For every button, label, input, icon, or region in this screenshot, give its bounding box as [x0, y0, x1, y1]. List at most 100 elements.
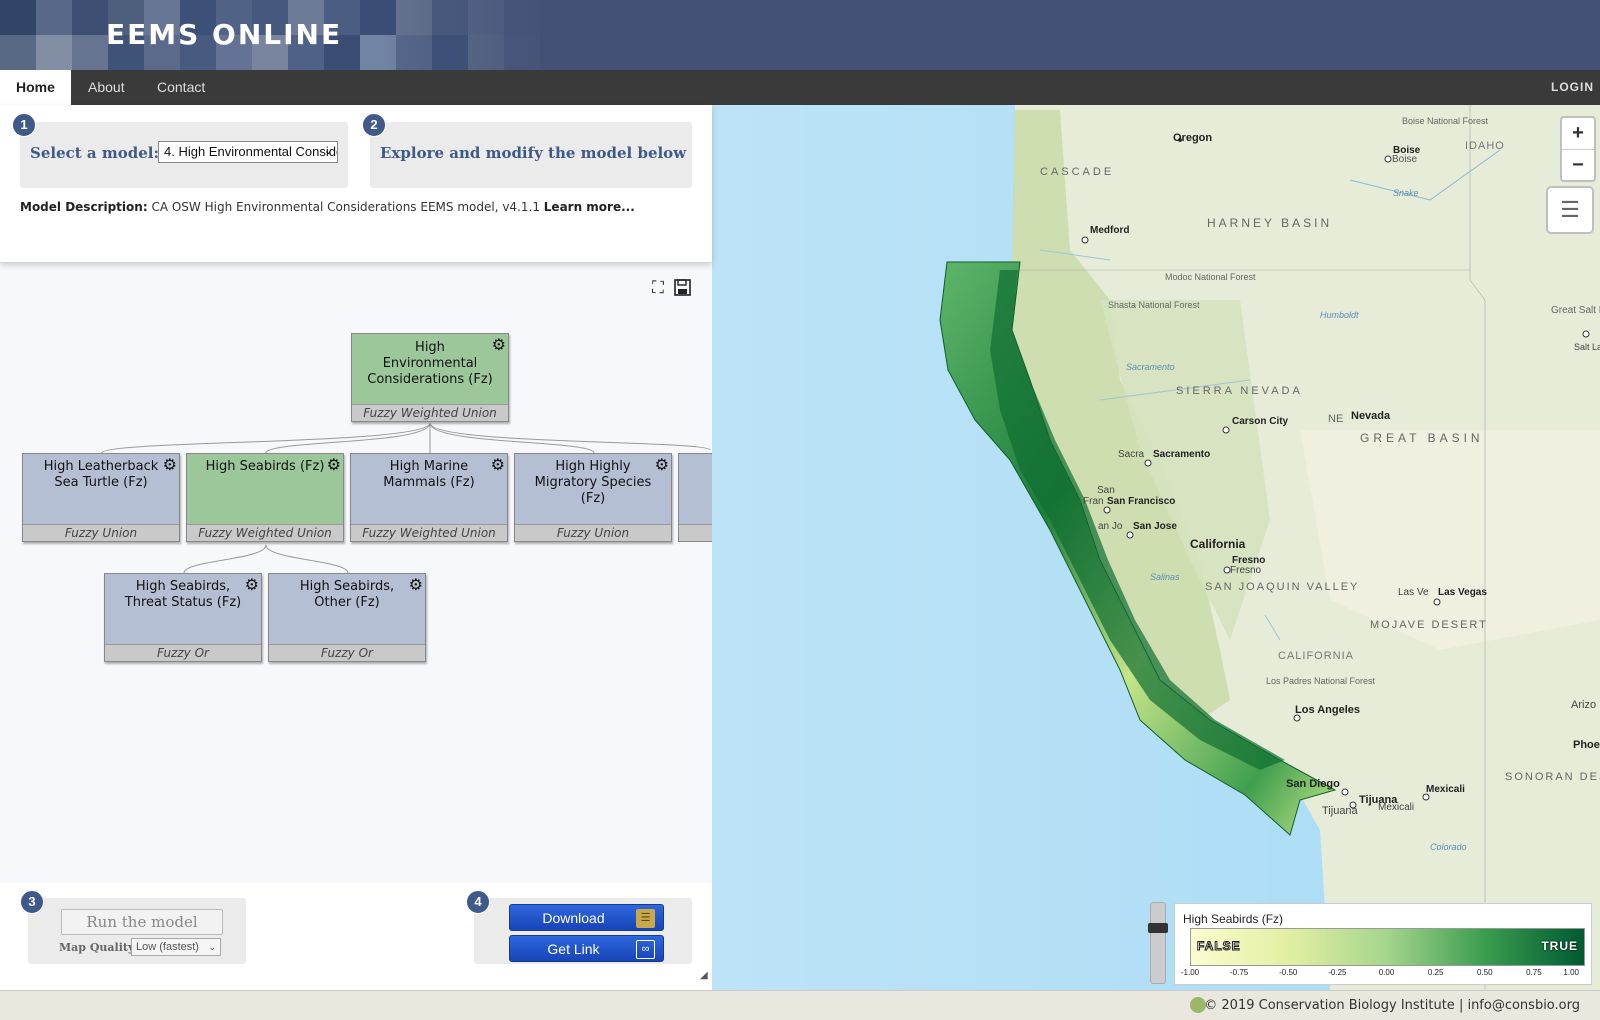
map-view[interactable]: Oregon Boise Boise Boise National Forest… — [712, 105, 1600, 990]
legend-tick: 0.25 — [1427, 968, 1444, 977]
legend-tick: 0.00 — [1378, 968, 1395, 977]
map-label: Shasta National Forest — [1108, 300, 1200, 310]
node-operator: Fuzzy Or — [269, 644, 425, 661]
node-label: High Seabirds, Threat Status (Fz) — [124, 579, 242, 610]
legend-tick: -0.50 — [1279, 968, 1298, 977]
map-label: Colorado — [1430, 842, 1467, 852]
map-label: Humboldt — [1320, 310, 1359, 320]
gear-icon[interactable]: ⚙ — [163, 455, 177, 475]
node-operator: Fuzzy Weighted Union — [352, 404, 508, 421]
legend-tick: 1.00 — [1563, 968, 1579, 977]
run-model-button[interactable]: Run the model — [61, 909, 223, 935]
legend-tick: 0.75 — [1526, 968, 1542, 977]
map-quality-value: Low (fastest) — [136, 941, 199, 953]
map-label: Boise National Forest — [1402, 116, 1489, 126]
folder-icon: ☰ — [636, 909, 655, 928]
legend-tick: 0.50 — [1476, 968, 1493, 977]
description-text: CA OSW High Environmental Considerations… — [151, 200, 540, 214]
map-label: Modoc National Forest — [1165, 272, 1256, 282]
chevron-down-icon: ⌄ — [208, 942, 216, 952]
tree-node-seabirds-other[interactable]: High Seabirds, Other (Fz) ⚙ Fuzzy Or — [268, 573, 426, 662]
map-label: an Jo — [1098, 521, 1123, 532]
tree-node-marine-mammals[interactable]: High Marine Mammals (Fz) ⚙ Fuzzy Weighte… — [350, 453, 508, 542]
map-label: SONORAN DESERT — [1505, 771, 1600, 783]
map-legend: High Seabirds (Fz) FALSE TRUE -1.00 -0.7… — [1174, 903, 1592, 985]
node-operator — [679, 524, 712, 541]
opacity-slider[interactable] — [1148, 902, 1168, 984]
layers-icon[interactable]: ☰ — [1546, 186, 1594, 234]
tree-node-sea-turtle[interactable]: High Leatherback Sea Turtle (Fz) ⚙ Fuzzy… — [22, 453, 180, 542]
gear-icon[interactable]: ⚙ — [245, 575, 259, 595]
step2-label: Explore and modify the model below — [380, 144, 687, 162]
node-label: High Leatherback Sea Turtle (Fz) — [43, 459, 159, 490]
tree-node-migratory-species[interactable]: High Highly Migratory Species (Fz) ⚙ Fuz… — [514, 453, 672, 542]
node-operator: Fuzzy Or — [105, 644, 261, 661]
map-label: Boise — [1392, 154, 1417, 165]
map-label: Tijuana — [1322, 805, 1359, 817]
step2-badge: 2 — [362, 113, 386, 137]
learn-more-link[interactable]: Learn more... — [544, 200, 635, 214]
map-label: Snake — [1393, 188, 1419, 198]
map-quality-label: Map Quality — [59, 941, 135, 954]
login-link[interactable]: LOGIN — [1551, 70, 1594, 105]
map-label: Los Padres National Forest — [1266, 676, 1376, 686]
tree-node-seabirds-threat[interactable]: High Seabirds, Threat Status (Fz) ⚙ Fuzz… — [104, 573, 262, 662]
map-label: CASCADE — [1040, 166, 1114, 178]
map-label: Fresno — [1230, 565, 1262, 576]
cbi-logo-icon — [1190, 997, 1206, 1013]
zoom-out-button[interactable]: − — [1562, 150, 1594, 181]
step1-badge: 1 — [12, 113, 36, 137]
gear-icon[interactable]: ⚙ — [491, 455, 505, 475]
gear-icon[interactable]: ⚙ — [655, 455, 669, 475]
model-select[interactable]: 4. High Environmental Considerations⌄ — [158, 141, 338, 163]
step4-badge: 4 — [466, 890, 490, 914]
gear-icon[interactable]: ⚙ — [327, 455, 341, 475]
node-operator: Fuzzy Weighted Union — [187, 524, 343, 541]
get-link-label: Get Link — [547, 941, 600, 957]
map-label: Carson City — [1232, 416, 1289, 427]
step1-label: Select a model: — [30, 144, 159, 162]
map-label: California — [1190, 537, 1246, 551]
get-link-button[interactable]: Get Link ∞ — [509, 935, 664, 962]
node-label: High Environmental Considerations (Fz) — [367, 340, 493, 387]
map-label: SIERRA NEVADA — [1176, 385, 1303, 397]
map-label: Arizo — [1571, 699, 1596, 711]
tree-node-partial-body — [678, 453, 712, 542]
legend-title: High Seabirds (Fz) — [1183, 912, 1284, 926]
map-label: Nevada — [1351, 410, 1391, 422]
map-label: Oregon — [1173, 132, 1212, 144]
map-label: IDAHO — [1465, 140, 1505, 152]
tree-node-root[interactable]: High Environmental Considerations (Fz) ⚙… — [351, 333, 509, 422]
tree-node-partial[interactable] — [678, 453, 712, 542]
gear-icon[interactable]: ⚙ — [409, 575, 423, 595]
map-label: Las Vegas — [1438, 587, 1487, 598]
map-label: MOJAVE DESERT — [1370, 619, 1488, 631]
footer: © 2019 Conservation Biology Institute | … — [0, 990, 1600, 1020]
map-label: Mexicali — [1378, 802, 1414, 813]
map-quality-select[interactable]: Low (fastest) ⌄ — [131, 938, 221, 956]
map-label: Great Salt Lake — [1551, 305, 1600, 316]
map-label: SAN JOAQUIN VALLEY — [1205, 581, 1359, 593]
legend-true-label: TRUE — [1541, 939, 1578, 953]
tree-node-seabirds[interactable]: High Seabirds (Fz) ⚙ Fuzzy Weighted Unio… — [186, 453, 344, 542]
node-label: High Highly Migratory Species (Fz) — [534, 459, 652, 506]
resize-handle-icon[interactable]: ◢ — [700, 970, 708, 981]
map-label: Sacra — [1118, 449, 1145, 460]
node-operator: Fuzzy Union — [515, 524, 671, 541]
opacity-slider-handle[interactable] — [1148, 923, 1168, 933]
map-label: NE — [1328, 413, 1343, 425]
node-operator: Fuzzy Union — [23, 524, 179, 541]
gear-icon[interactable]: ⚙ — [492, 335, 506, 355]
node-operator: Fuzzy Weighted Union — [351, 524, 507, 541]
map-label: Sacramento — [1153, 449, 1210, 460]
map-label: HARNEY BASIN — [1207, 216, 1332, 230]
download-button[interactable]: Download ☰ — [509, 904, 664, 931]
zoom-in-button[interactable]: + — [1562, 118, 1594, 150]
map-label: Fran — [1083, 496, 1104, 507]
map-label: CALIFORNIA — [1278, 650, 1354, 662]
map-label: Sacramento — [1126, 362, 1175, 372]
node-label: High Marine Mammals (Fz) — [383, 459, 475, 490]
node-label: High Seabirds (Fz) — [205, 459, 325, 474]
legend-color-bar: FALSE TRUE — [1190, 928, 1585, 966]
map-label: Mexicali — [1426, 784, 1465, 795]
